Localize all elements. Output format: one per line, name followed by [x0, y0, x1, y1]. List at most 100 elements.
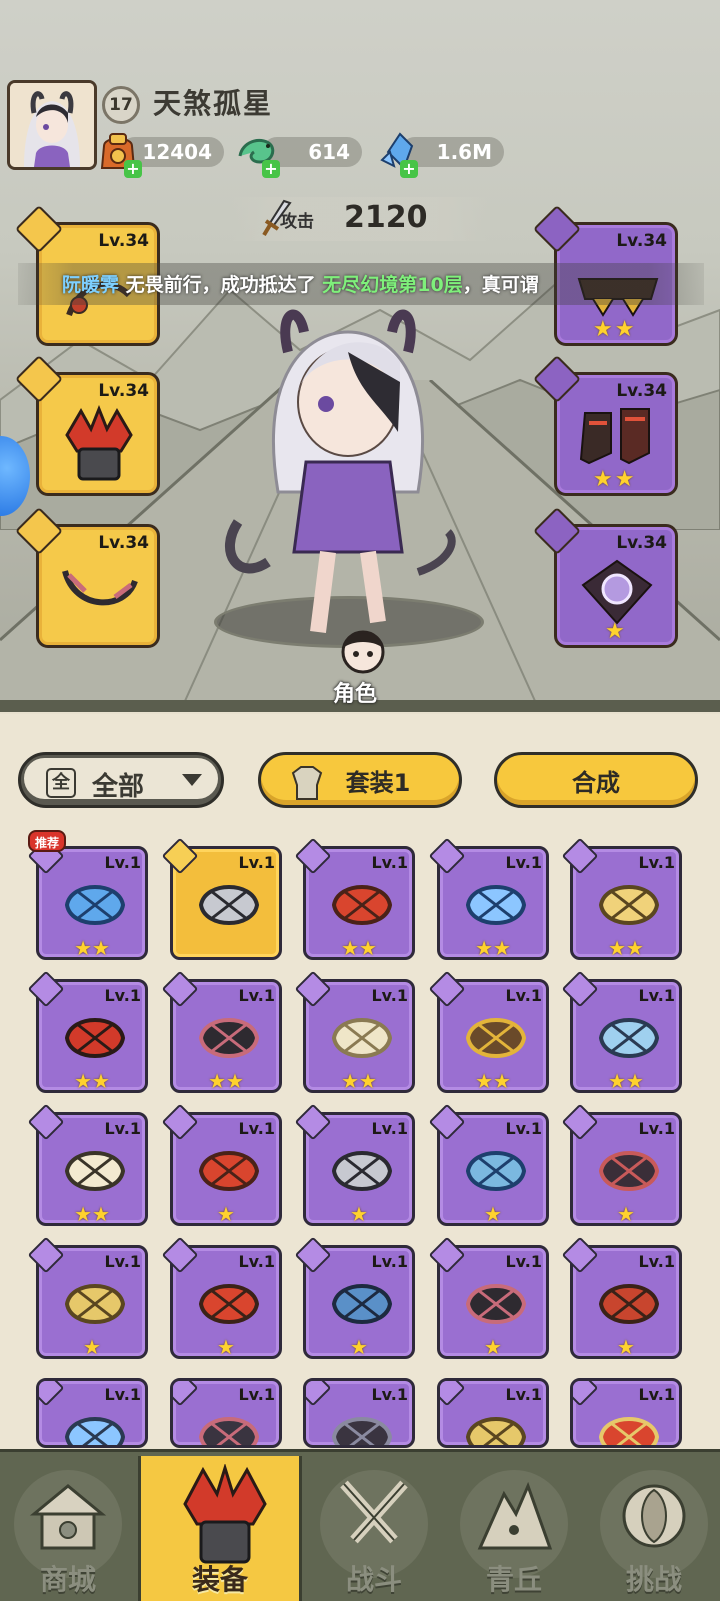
inventory-item-fur-necklace[interactable]: Lv.1 ★ ★ [294, 970, 415, 1093]
inventory-item-amulet-blue[interactable]: Lv.1 ★ ★ [27, 837, 148, 960]
nav-equipment[interactable]: 装备 [138, 1456, 302, 1601]
inventory-item-belt-ice[interactable]: Lv.1 [36, 1378, 148, 1448]
helmet-red-icon [64, 1018, 126, 1058]
set-button[interactable]: 套装1 [258, 752, 462, 808]
add-jade-button[interactable]: + [262, 160, 280, 178]
necklace-blue-icon [331, 1284, 393, 1324]
add-gold-button[interactable]: + [124, 160, 142, 178]
inventory-item-helmet-red[interactable]: Lv.1 ★ ★ [27, 970, 148, 1093]
craft-button[interactable]: 合成 [494, 752, 698, 808]
nav-challenge[interactable]: 挑战 [586, 1456, 720, 1601]
torch-icon [198, 1151, 260, 1191]
inventory-item-necklace-red[interactable]: Lv.1 ★ [161, 1236, 282, 1359]
star-icon: ★ [617, 1335, 635, 1359]
inventory-item-necklace-dark[interactable]: Lv.1 ★ ★ [161, 970, 282, 1093]
equip-level: Lv.34 [98, 533, 149, 553]
inventory-item-boots-gold[interactable]: Lv.1 [437, 1378, 549, 1448]
star-icon: ★ [74, 936, 92, 960]
add-crystal-button[interactable]: + [400, 160, 418, 178]
inventory-item-boots-dark[interactable]: Lv.1 [303, 1378, 415, 1448]
item-level: Lv.1 [238, 853, 275, 872]
boots-gold-icon [465, 1417, 527, 1445]
item-level: Lv.1 [371, 853, 408, 872]
nav-label: 装备 [191, 1563, 248, 1596]
star-icon: ★ [217, 1335, 235, 1359]
inventory-item-boots-ice[interactable]: Lv.1 ★ ★ [561, 970, 682, 1093]
belt-ice-icon [64, 1417, 126, 1445]
filter-dropdown[interactable]: 全 全部 [18, 752, 224, 808]
armor-ice-icon [465, 1151, 527, 1191]
item-stars: ★ ★ [573, 937, 679, 959]
item-level: Lv.1 [371, 1252, 408, 1271]
equip-slot-necklace[interactable]: Lv.34 [36, 524, 160, 648]
armor-set-icon [291, 766, 323, 800]
item-level: Lv.1 [638, 1119, 675, 1138]
equipment-icon [183, 1464, 267, 1564]
item-stars: ★ [306, 1203, 412, 1225]
item-stars: ★ [173, 1203, 279, 1225]
shop-icon [29, 1484, 107, 1550]
nav-qingqiu[interactable]: 青丘 [446, 1456, 582, 1601]
armor-dark-icon [598, 1151, 660, 1191]
item-level: Lv.1 [505, 853, 542, 872]
boots-ice-icon [598, 1018, 660, 1058]
item-stars: ★ [173, 1336, 279, 1358]
inventory-item-horn-amulet[interactable]: Lv.1 ★ ★ [27, 1103, 148, 1226]
nav-label: 战斗 [345, 1563, 402, 1596]
inventory-item-hammer[interactable]: Lv.1 [161, 837, 282, 960]
equip-level: Lv.34 [616, 533, 667, 553]
jade-value: 614 [308, 140, 350, 164]
inventory-item-belt-red[interactable]: Lv.1 ★ [561, 1236, 682, 1359]
staff-icon [598, 885, 660, 925]
inventory-item-belt-gold[interactable]: Lv.1 ★ ★ [428, 970, 549, 1093]
equip-level: Lv.34 [98, 231, 149, 251]
star-icon: ★ [92, 936, 110, 960]
inventory-item-armor-ice[interactable]: Lv.1 ★ [428, 1103, 549, 1226]
item-level: Lv.1 [238, 986, 275, 1005]
chevron-down-icon [182, 774, 202, 786]
belt-stars: ★ ★ [593, 319, 634, 341]
equip-slot-helmet[interactable]: Lv.34 [36, 372, 160, 496]
inventory-item-necklace-dark[interactable]: Lv.1 ★ [428, 1236, 549, 1359]
star-icon: ★ [493, 1069, 511, 1093]
item-stars: ★ ★ [306, 937, 412, 959]
equip-level: Lv.34 [98, 381, 149, 401]
player-avatar[interactable] [7, 80, 97, 170]
necklace-art-icon [62, 570, 138, 606]
inventory-item-amulet-red[interactable]: Lv.1 [570, 1378, 682, 1448]
equip-slot-amulet[interactable]: Lv.34 ★ [554, 524, 678, 648]
inventory-item-torch[interactable]: Lv.1 ★ [161, 1103, 282, 1226]
item-stars: ★ [573, 1336, 679, 1358]
inventory-item-necklace-blue[interactable]: Lv.1 ★ [294, 1236, 415, 1359]
inventory-item-hammer[interactable]: Lv.1 ★ [294, 1103, 415, 1226]
star-icon: ★ [208, 1069, 226, 1093]
star-icon: ★ [83, 1335, 101, 1359]
helmet-art-icon [65, 405, 133, 481]
necklace-dark-icon [465, 1284, 527, 1324]
inventory-item-staff[interactable]: Lv.1 ★ ★ [561, 837, 682, 960]
star-icon: ★ [626, 1069, 644, 1093]
nav-label: 商城 [39, 1563, 96, 1596]
inventory-item-armor-dark[interactable]: Lv.1 ★ [561, 1103, 682, 1226]
challenge-icon [622, 1484, 686, 1548]
bottom-nav: 商城 装备 战斗 青丘 挑战 [0, 1449, 720, 1601]
hammer-icon [331, 1151, 393, 1191]
star-icon: ★ [475, 936, 493, 960]
inventory-item-armor-gold[interactable]: Lv.1 ★ [27, 1236, 148, 1359]
inventory-item-bow[interactable]: Lv.1 ★ ★ [428, 837, 549, 960]
nav-label: 挑战 [625, 1563, 682, 1596]
craft-button-label: 合成 [572, 768, 620, 797]
inventory-item-belt-dark[interactable]: Lv.1 [170, 1378, 282, 1448]
inventory-item-torch[interactable]: Lv.1 ★ ★ [294, 837, 415, 960]
fur-necklace-icon [331, 1018, 393, 1058]
item-level: Lv.1 [238, 1119, 275, 1138]
equip-slot-boots[interactable]: Lv.34 ★ ★ [554, 372, 678, 496]
belt-red-icon [598, 1284, 660, 1324]
star-icon: ★ [359, 936, 377, 960]
equip-level: Lv.34 [616, 381, 667, 401]
necklace-red-icon [198, 1284, 260, 1324]
item-stars: ★ [306, 1336, 412, 1358]
nav-shop[interactable]: 商城 [0, 1456, 136, 1601]
nav-battle[interactable]: 战斗 [306, 1456, 442, 1601]
attack-label: 攻击 [280, 212, 314, 232]
